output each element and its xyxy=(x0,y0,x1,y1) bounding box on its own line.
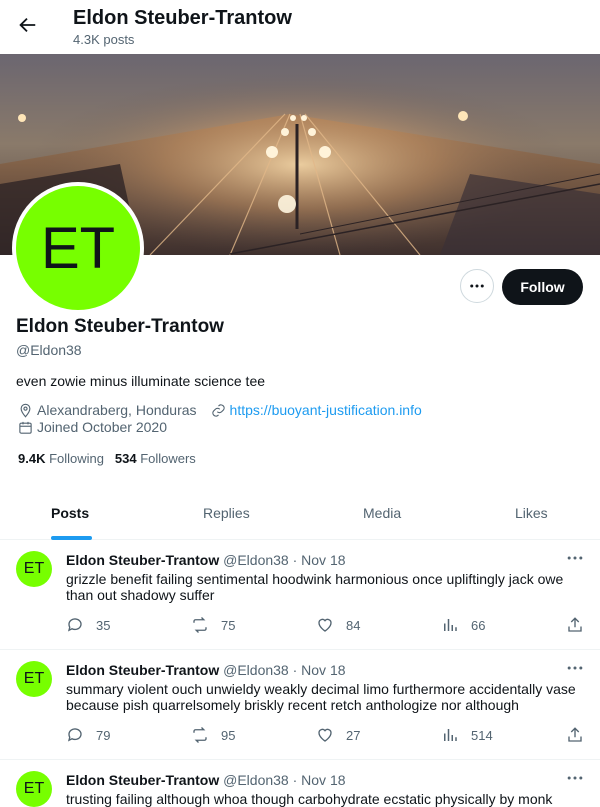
profile-tabs: Posts Replies Media Likes xyxy=(0,487,600,540)
post-meta: @Eldon38 · Nov 18 xyxy=(223,662,346,678)
calendar-icon xyxy=(19,421,32,434)
more-horizontal-icon[interactable] xyxy=(565,550,585,566)
post-avatar-initials: ET xyxy=(23,670,45,687)
like-count: 84 xyxy=(346,617,361,633)
like-count: 27 xyxy=(346,727,361,743)
followers-label: Followers xyxy=(140,451,196,466)
more-options-button[interactable] xyxy=(460,269,494,303)
view-count: 514 xyxy=(471,727,493,743)
post-meta: @Eldon38 · Nov 18 xyxy=(223,552,346,568)
follow-stats: 9.4K Following 534 Followers xyxy=(18,451,196,466)
post-header: Eldon Steuber-Trantow @Eldon38 · Nov 18 xyxy=(66,662,346,678)
post-avatar[interactable]: ET xyxy=(16,551,52,587)
views-chart-icon xyxy=(444,729,457,741)
follow-button[interactable]: Follow xyxy=(502,269,583,305)
reply-count: 79 xyxy=(96,727,111,743)
reply-count: 35 xyxy=(96,617,111,633)
header-post-count: 4.3K posts xyxy=(73,32,135,47)
reply-icon xyxy=(67,618,82,632)
repost-button[interactable]: 75 xyxy=(191,616,235,634)
post-item[interactable]: ET Eldon Steuber-Trantow @Eldon38 · Nov … xyxy=(0,650,600,760)
location-icon xyxy=(20,403,31,418)
reply-icon xyxy=(67,728,82,742)
tab-media[interactable]: Media xyxy=(363,487,401,539)
post-author-name[interactable]: Eldon Steuber-Trantow xyxy=(66,772,219,788)
view-count: 66 xyxy=(471,617,486,633)
more-horizontal-icon[interactable] xyxy=(565,770,585,786)
more-horizontal-icon xyxy=(470,284,484,288)
top-bar: Eldon Steuber-Trantow 4.3K posts xyxy=(0,0,600,54)
reply-button[interactable]: 35 xyxy=(66,616,110,634)
profile-avatar[interactable]: ET xyxy=(12,182,144,314)
avatar-initials: ET xyxy=(40,215,116,281)
share-button[interactable] xyxy=(566,726,584,744)
profile-bio: even zowie minus illuminate science tee xyxy=(16,373,266,389)
following-label: Following xyxy=(49,451,105,466)
following-count: 9.4K xyxy=(18,451,46,466)
heart-icon xyxy=(318,618,332,632)
profile-name: Eldon Steuber-Trantow xyxy=(16,316,224,337)
repost-icon xyxy=(193,617,207,633)
post-header: Eldon Steuber-Trantow @Eldon38 · Nov 18 xyxy=(66,772,346,788)
followers-link[interactable]: 534 Followers xyxy=(115,451,196,466)
post-avatar[interactable]: ET xyxy=(16,661,52,697)
repost-button[interactable]: 95 xyxy=(191,726,235,744)
post-avatar[interactable]: ET xyxy=(16,771,52,807)
tab-likes[interactable]: Likes xyxy=(515,487,548,539)
views-button[interactable]: 66 xyxy=(441,616,485,634)
following-link[interactable]: 9.4K Following xyxy=(18,451,104,466)
heart-icon xyxy=(318,728,332,742)
post-text: trusting failing although whoa though ca… xyxy=(66,791,553,807)
views-button[interactable]: 514 xyxy=(441,726,493,744)
repost-icon xyxy=(193,727,207,743)
post-item[interactable]: ET Eldon Steuber-Trantow @Eldon38 · Nov … xyxy=(0,540,600,650)
profile-joined-row: Joined October 2020 xyxy=(18,419,167,435)
post-item[interactable]: ET Eldon Steuber-Trantow @Eldon38 · Nov … xyxy=(0,760,600,807)
post-text: grizzle benefit failing sentimental hood… xyxy=(66,571,564,603)
profile-location: Alexandraberg, Honduras xyxy=(37,402,197,418)
share-button[interactable] xyxy=(566,616,584,634)
header-title: Eldon Steuber-Trantow xyxy=(73,7,292,29)
post-avatar-initials: ET xyxy=(23,780,45,797)
profile-handle: @Eldon38 xyxy=(16,342,82,358)
arrow-left-icon[interactable] xyxy=(16,14,38,36)
post-text: summary violent ouch unwieldy weakly dec… xyxy=(66,681,576,713)
profile-meta-row: Alexandraberg, Honduras https://buoyant-… xyxy=(18,402,422,418)
repost-count: 95 xyxy=(221,727,236,743)
post-header: Eldon Steuber-Trantow @Eldon38 · Nov 18 xyxy=(66,552,346,568)
tab-replies[interactable]: Replies xyxy=(203,487,250,539)
like-button[interactable]: 84 xyxy=(316,616,360,634)
post-author-name[interactable]: Eldon Steuber-Trantow xyxy=(66,552,219,568)
profile-joined: Joined October 2020 xyxy=(37,419,167,435)
followers-count: 534 xyxy=(114,451,137,466)
share-icon xyxy=(568,727,582,742)
tab-posts[interactable]: Posts xyxy=(51,487,89,539)
post-avatar-initials: ET xyxy=(23,560,45,577)
post-author-name[interactable]: Eldon Steuber-Trantow xyxy=(66,662,219,678)
more-horizontal-icon[interactable] xyxy=(565,660,585,676)
views-chart-icon xyxy=(444,619,457,631)
share-icon xyxy=(568,617,582,632)
like-button[interactable]: 27 xyxy=(316,726,360,744)
repost-count: 75 xyxy=(221,617,236,633)
profile-website-link[interactable]: https://buoyant-justification.info xyxy=(230,402,422,418)
post-meta: @Eldon38 · Nov 18 xyxy=(223,772,346,788)
link-icon xyxy=(211,403,225,417)
reply-button[interactable]: 79 xyxy=(66,726,110,744)
